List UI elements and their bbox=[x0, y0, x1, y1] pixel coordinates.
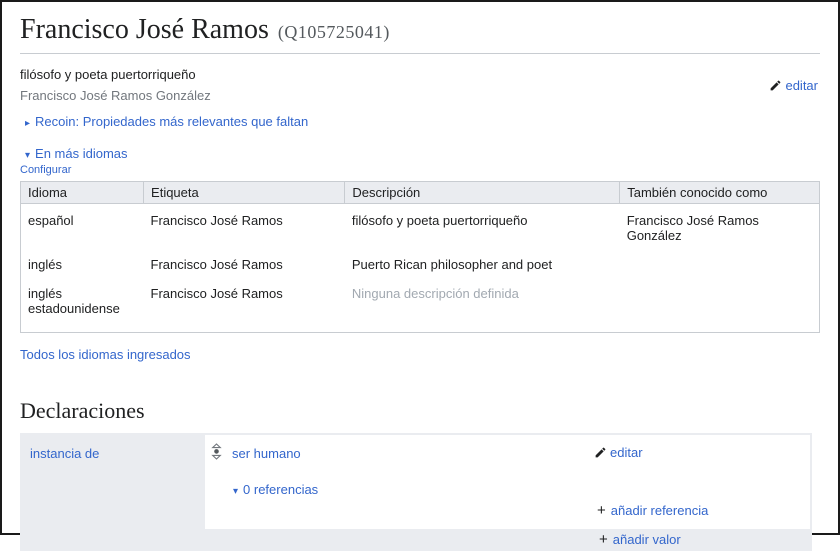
in-more-languages-toggle[interactable]: ▾ En más idiomas bbox=[25, 146, 128, 161]
column-header-language: Idioma bbox=[21, 182, 144, 204]
cell-description: Puerto Rican philosopher and poet bbox=[345, 248, 620, 277]
cell-language: inglés bbox=[21, 248, 144, 277]
configure-link[interactable]: Configurar bbox=[20, 164, 71, 176]
add-value-label: añadir valor bbox=[613, 532, 681, 547]
edit-entity-label: editar bbox=[785, 78, 818, 93]
property-link[interactable]: instancia de bbox=[30, 446, 99, 461]
cell-language: español bbox=[21, 204, 144, 249]
all-languages-link[interactable]: Todos los idiomas ingresados bbox=[20, 347, 191, 362]
references-toggle[interactable]: ▾ 0 referencias bbox=[233, 482, 318, 497]
edit-statement-label: editar bbox=[610, 445, 643, 460]
in-more-languages-section: ▾ En más idiomas bbox=[20, 146, 820, 161]
collapsed-arrow-icon: ▸ bbox=[25, 118, 30, 129]
cell-alias: Francisco José Ramos González bbox=[620, 204, 820, 249]
plus-icon: + bbox=[597, 502, 606, 519]
statement-view: ser humano editar ▾ 0 referencias + añadir… bbox=[205, 435, 810, 529]
edit-statement-button[interactable]: editar bbox=[594, 445, 643, 460]
entity-alias: Francisco José Ramos González bbox=[20, 88, 820, 103]
statement-group: instancia de ser humano editar ▾ 0 refere… bbox=[20, 433, 812, 551]
column-header-description: Descripción bbox=[345, 182, 620, 204]
terms-table-header-row: Idioma Etiqueta Descripción También cono… bbox=[21, 182, 820, 204]
cell-alias bbox=[620, 248, 820, 277]
statements-heading: Declaraciones bbox=[20, 398, 820, 424]
recoin-toggle-link[interactable]: ▸ Recoin: Propiedades más relevantes que … bbox=[25, 114, 308, 129]
cell-alias bbox=[620, 277, 820, 333]
add-value-button[interactable]: + añadir valor bbox=[599, 532, 681, 547]
rank-selector-icon[interactable] bbox=[211, 443, 222, 460]
entity-label: Francisco José Ramos bbox=[20, 14, 269, 45]
entity-description: filósofo y poeta puertorriqueño bbox=[20, 67, 820, 82]
add-reference-button[interactable]: + añadir referencia bbox=[597, 503, 708, 518]
recoin-section: ▸ Recoin: Propiedades más relevantes que … bbox=[20, 114, 820, 129]
pencil-icon bbox=[769, 79, 782, 92]
page-content: Francisco José Ramos (Q105725041) editar … bbox=[2, 14, 838, 551]
terms-table: Idioma Etiqueta Descripción También cono… bbox=[20, 181, 820, 333]
cell-label: Francisco José Ramos bbox=[144, 204, 345, 249]
configure-row: Configurar bbox=[20, 164, 820, 176]
pencil-icon bbox=[594, 446, 607, 459]
entity-id: (Q105725041) bbox=[278, 22, 390, 42]
expanded-arrow-icon: ▾ bbox=[233, 486, 238, 497]
cell-label: Francisco José Ramos bbox=[144, 248, 345, 277]
edit-entity-button[interactable]: editar bbox=[769, 78, 818, 93]
page-title: Francisco José Ramos (Q105725041) bbox=[20, 14, 820, 54]
all-languages-row: Todos los idiomas ingresados bbox=[20, 347, 820, 362]
table-row: español Francisco José Ramos filósofo y … bbox=[21, 204, 820, 249]
cell-language: inglés estadounidense bbox=[21, 277, 144, 333]
statement-value-link[interactable]: ser humano bbox=[232, 446, 301, 461]
plus-icon: + bbox=[599, 531, 608, 548]
expanded-arrow-icon: ▾ bbox=[25, 150, 30, 161]
column-header-label: Etiqueta bbox=[144, 182, 345, 204]
references-count-label: 0 referencias bbox=[243, 482, 318, 497]
in-more-languages-label: En más idiomas bbox=[35, 146, 127, 161]
add-reference-label: añadir referencia bbox=[611, 503, 709, 518]
table-row: inglés Francisco José Ramos Puerto Rican… bbox=[21, 248, 820, 277]
recoin-label: Recoin: Propiedades más relevantes que f… bbox=[35, 114, 308, 129]
column-header-alias: También conocido como bbox=[620, 182, 820, 204]
table-row: inglés estadounidense Francisco José Ram… bbox=[21, 277, 820, 333]
cell-description-empty: Ninguna descripción definida bbox=[345, 277, 620, 333]
entity-header: editar filósofo y poeta puertorriqueño F… bbox=[20, 67, 820, 103]
cell-label: Francisco José Ramos bbox=[144, 277, 345, 333]
cell-description: filósofo y poeta puertorriqueño bbox=[345, 204, 620, 249]
